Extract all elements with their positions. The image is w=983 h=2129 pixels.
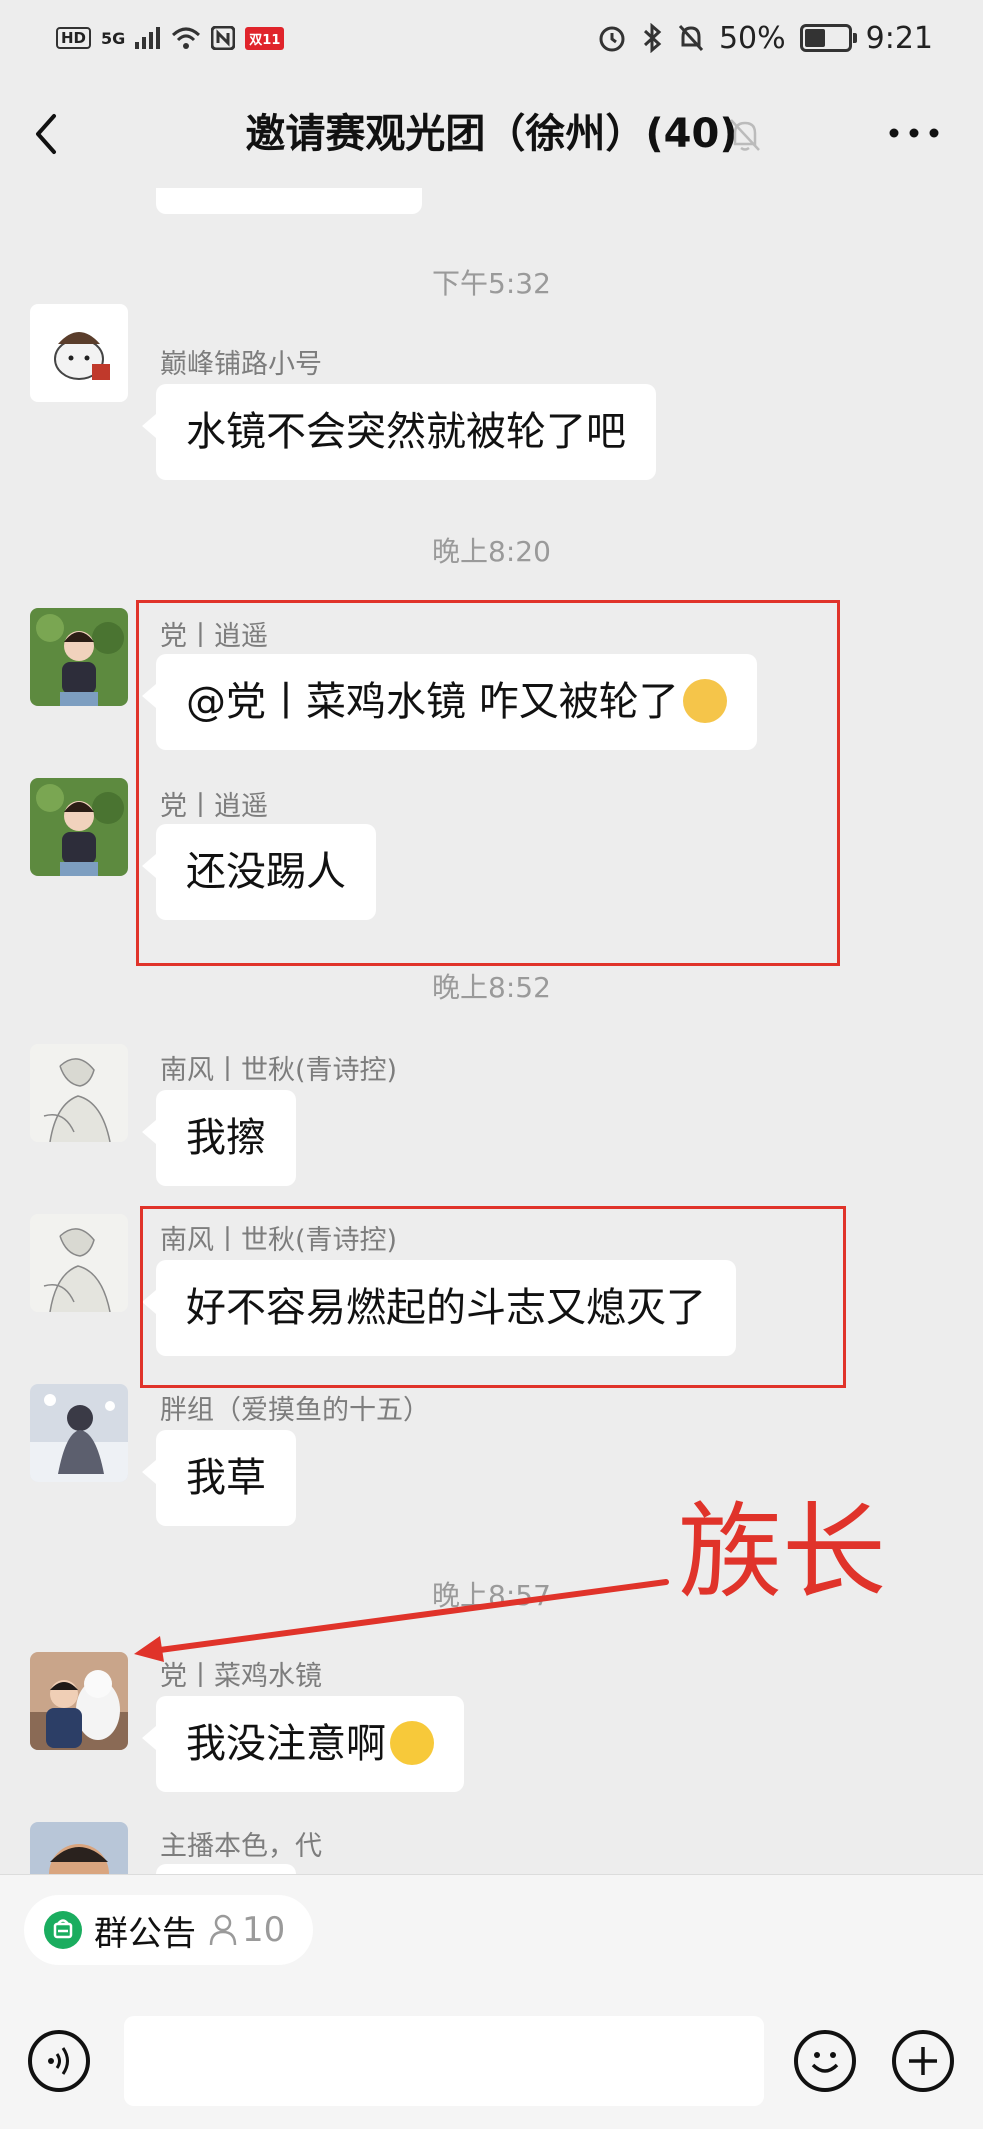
timestamp: 下午5:32 [432, 267, 551, 300]
avatar-caiji-shuijing[interactable] [30, 1652, 128, 1750]
person-icon [209, 1914, 237, 1946]
page-title: 邀请赛观光团（徐州）(40) [245, 111, 738, 157]
sender-name: 主播本色，代 [160, 1831, 322, 1862]
back-icon[interactable] [28, 108, 68, 160]
sender-name: 巅峰铺路小号 [160, 349, 322, 380]
timestamp: 晚上8:52 [432, 971, 551, 1004]
voice-icon [48, 2047, 69, 2075]
avatar-nanfeng[interactable] [30, 1214, 128, 1312]
cut-off-bubble [156, 188, 422, 214]
message-bubble[interactable] [156, 1864, 296, 1874]
message-bubble[interactable]: 我草 [142, 1430, 296, 1526]
message-bubble[interactable]: 我擦 [142, 1090, 296, 1186]
avatar-pangzu[interactable] [30, 1384, 128, 1482]
battery-icon [799, 24, 857, 52]
annotation-arrow-icon [134, 1579, 669, 1662]
mute-bell-icon [678, 24, 704, 52]
emoji-button[interactable] [794, 2030, 856, 2092]
avatar-xiaoyao[interactable] [30, 608, 128, 706]
bluetooth-icon [643, 23, 662, 53]
avatar-dianfeng[interactable] [30, 304, 128, 402]
message-input[interactable] [124, 2016, 764, 2106]
avatar-zhubo[interactable] [30, 1822, 128, 1874]
signal-icon [135, 27, 161, 49]
sender-name: 南风丨世秋(青诗控) [160, 1055, 398, 1086]
status-left: HD 5G 双11 [56, 18, 285, 58]
wifi-icon [172, 27, 201, 49]
status-right: 50% 9:21 [597, 14, 933, 62]
avatar-xiaoyao[interactable] [30, 778, 128, 876]
hd-indicator: HD [56, 27, 92, 49]
voice-button[interactable] [28, 2030, 90, 2092]
more-options-icon[interactable] [888, 118, 940, 148]
plus-icon [909, 2047, 937, 2075]
status-bar: HD 5G 双11 50% 9:21 [0, 0, 983, 78]
highlight-box [136, 600, 840, 966]
chat-area[interactable]: 下午5:32 巅峰铺路小号 水镜不会突然就被轮了吧 晚上8:20 党丨逍遥 @党… [0, 188, 983, 1874]
input-bar [0, 1986, 983, 2129]
alarm-icon [599, 26, 625, 52]
avatar-nanfeng[interactable] [30, 1044, 128, 1142]
highlight-box [140, 1206, 846, 1388]
notice-icon [44, 1911, 82, 1949]
nav-bar: 邀请赛观光团（徐州）(40) [0, 78, 983, 188]
smile-icon [811, 2052, 839, 2073]
battery-percent: 50% [718, 20, 786, 56]
promo-badge: 双11 [245, 26, 285, 50]
notice-label: 群公告 [94, 1913, 196, 1954]
annotation-label: 族长 [678, 1491, 887, 1613]
message-text: 我没注意啊 [186, 1721, 386, 1767]
notice-count: 10 [208, 1910, 285, 1950]
battery-level [804, 29, 825, 47]
plus-button[interactable] [892, 2030, 954, 2092]
crying-laughing-emoji-icon [390, 1721, 434, 1765]
message-bubble[interactable]: 水镜不会突然就被轮了吧 [142, 384, 656, 480]
timestamp: 晚上8:20 [432, 535, 551, 568]
nfc-icon [211, 26, 236, 50]
message-bubble[interactable]: 我没注意啊 [142, 1696, 464, 1792]
mute-icon [730, 119, 760, 151]
signal-label: 5G [101, 28, 126, 48]
notice-count-value: 10 [242, 1910, 286, 1950]
clock: 9:21 [865, 20, 933, 56]
notice-bar: 群公告 10 [0, 1874, 983, 1987]
sender-name: 胖组（爱摸鱼的十五） [160, 1395, 430, 1426]
group-notice-button[interactable]: 群公告 10 [24, 1895, 314, 1965]
